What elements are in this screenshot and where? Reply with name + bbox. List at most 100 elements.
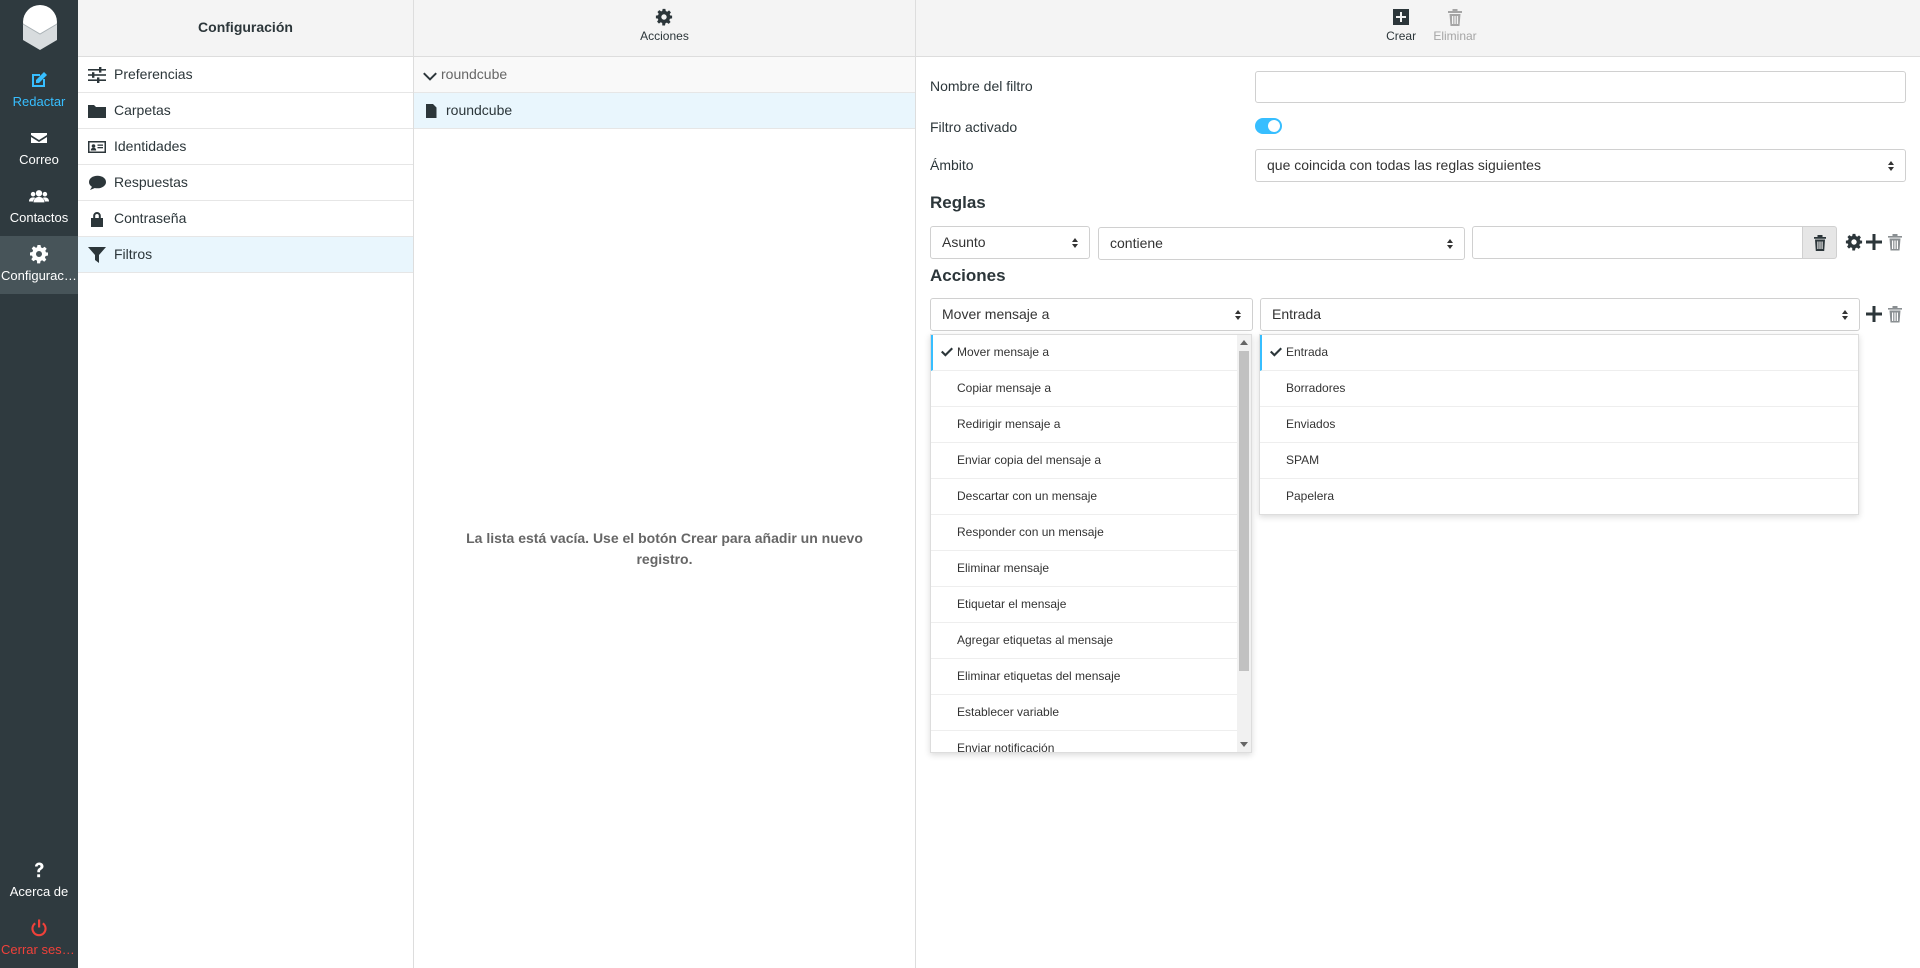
action-type-option-label: Responder con un mensaje	[957, 525, 1104, 539]
question-icon	[0, 860, 78, 884]
rule-add-plus-icon[interactable]	[1865, 233, 1883, 251]
nav-settings[interactable]: Configuraci...	[0, 236, 78, 294]
folder-option-label: Borradores	[1286, 381, 1346, 395]
scope-label: Ámbito	[930, 157, 974, 173]
nav-contacts[interactable]: Contactos	[0, 178, 78, 236]
action-type-option[interactable]: Agregar etiquetas al mensaje	[931, 623, 1251, 659]
settings-item-identities[interactable]: Identidades	[78, 129, 413, 165]
nav-about[interactable]: Acerca de	[0, 852, 78, 910]
nav-compose-label: Redactar	[12, 94, 66, 109]
action-type-option[interactable]: Mover mensaje a	[931, 335, 1251, 371]
action-type-option[interactable]: Descartar con un mensaje	[931, 479, 1251, 515]
settings-item-folders[interactable]: Carpetas	[78, 93, 413, 129]
folder-option[interactable]: Papelera	[1260, 479, 1858, 514]
filter-enabled-label: Filtro activado	[930, 119, 1018, 135]
select-arrow-icon	[1447, 239, 1454, 249]
action-type-select[interactable]: Mover mensaje a	[930, 298, 1253, 331]
filter-form-column: Crear Eliminar Nombre del filtro Filtro …	[916, 0, 1920, 968]
filterset-item[interactable]: roundcube	[414, 93, 915, 129]
compose-icon	[0, 70, 78, 94]
action-type-option[interactable]: Establecer variable	[931, 695, 1251, 731]
rule-delete-trash-icon[interactable]	[1886, 233, 1904, 251]
rule-value-clear-button[interactable]	[1802, 226, 1837, 259]
rule-header-value: Asunto	[942, 234, 986, 250]
scope-select[interactable]: que coincida con todas las reglas siguie…	[1255, 149, 1906, 182]
roundcube-logo[interactable]	[14, 2, 66, 52]
gear-icon	[0, 244, 78, 268]
nav-logout[interactable]: Cerrar sesión	[0, 910, 78, 968]
filterset-group[interactable]: roundcube	[414, 57, 915, 93]
chevron-down-icon	[423, 69, 437, 83]
folder-icon	[88, 103, 106, 119]
filter-enabled-toggle[interactable]	[1255, 118, 1282, 134]
sliders-icon	[88, 67, 106, 83]
plus-square-icon	[1393, 9, 1410, 25]
action-type-option[interactable]: Redirigir mensaje a	[931, 407, 1251, 443]
trash-icon	[1813, 235, 1826, 251]
nav-contacts-label: Contactos	[9, 210, 69, 225]
action-type-option[interactable]: Responder con un mensaje	[931, 515, 1251, 551]
action-type-dropdown: Mover mensaje a Copiar mensaje a Redirigir…	[930, 334, 1252, 753]
create-button[interactable]: Crear	[1376, 0, 1426, 43]
action-type-option-label: Eliminar etiquetas del mensaje	[957, 669, 1121, 683]
action-type-option[interactable]: Etiquetar el mensaje	[931, 587, 1251, 623]
action-target-select[interactable]: Entrada	[1260, 298, 1860, 331]
scroll-up-arrow-icon[interactable]	[1240, 340, 1248, 345]
action-type-option[interactable]: Enviar notificación	[931, 731, 1251, 752]
envelope-icon	[0, 128, 78, 152]
settings-item-responses[interactable]: Respuestas	[78, 165, 413, 201]
scroll-down-arrow-icon[interactable]	[1240, 742, 1248, 747]
lock-icon	[88, 211, 106, 227]
filter-name-input[interactable]	[1255, 71, 1906, 103]
dropdown-scrollbar[interactable]	[1237, 335, 1251, 752]
rule-header-select[interactable]: Asunto	[930, 226, 1090, 259]
rules-heading: Reglas	[930, 193, 986, 212]
filtersets-column: Acciones roundcube roundcube La lista es…	[414, 0, 916, 968]
action-type-option[interactable]: Copiar mensaje a	[931, 371, 1251, 407]
empty-list-message: La lista está vacía. Use el botón Crear …	[466, 530, 863, 567]
folder-option-label: Enviados	[1286, 417, 1336, 431]
nav-compose[interactable]: Redactar	[0, 62, 78, 120]
rule-advanced-gear-icon[interactable]	[1845, 233, 1863, 251]
action-type-option-label: Redirigir mensaje a	[957, 417, 1061, 431]
rule-value-input[interactable]	[1472, 226, 1804, 259]
folder-option-label: Papelera	[1286, 489, 1335, 503]
form-toolbar: Crear Eliminar	[916, 0, 1920, 57]
action-type-option[interactable]: Eliminar etiquetas del mensaje	[931, 659, 1251, 695]
nav-mail[interactable]: Correo	[0, 120, 78, 178]
folder-option-label: Entrada	[1286, 345, 1329, 359]
action-add-plus-icon[interactable]	[1865, 305, 1883, 323]
action-type-option-label: Establecer variable	[957, 705, 1060, 719]
actions-menu-button[interactable]: Acciones	[640, 0, 689, 43]
nav-mail-label: Correo	[19, 152, 59, 167]
action-delete-trash-icon[interactable]	[1886, 305, 1904, 323]
main-navigation: Redactar Correo Contactos Configuraci...…	[0, 0, 78, 968]
filterset-item-label: roundcube	[446, 102, 513, 118]
folder-option[interactable]: Entrada	[1260, 335, 1858, 371]
delete-button[interactable]: Eliminar	[1430, 0, 1480, 43]
gear-icon	[656, 8, 673, 26]
power-icon	[0, 918, 78, 942]
delete-label: Eliminar	[1433, 29, 1477, 43]
users-icon	[0, 186, 78, 210]
settings-item-filters[interactable]: Filtros	[78, 237, 413, 273]
settings-header: Configuración	[78, 0, 413, 57]
folder-option[interactable]: SPAM	[1260, 443, 1858, 479]
actions-heading: Acciones	[930, 266, 1006, 285]
select-arrow-icon	[1235, 310, 1242, 320]
folder-option[interactable]: Borradores	[1260, 371, 1858, 407]
settings-item-label: Carpetas	[114, 102, 171, 118]
settings-item-preferences[interactable]: Preferencias	[78, 57, 413, 93]
trash-icon	[1448, 9, 1462, 26]
action-target-value: Entrada	[1272, 306, 1322, 322]
folder-dropdown: Entrada Borradores Enviados SPAM Papelera	[1259, 334, 1859, 515]
settings-item-label: Preferencias	[114, 66, 193, 82]
file-icon	[424, 104, 438, 118]
rule-operator-select[interactable]: contiene	[1098, 227, 1465, 260]
settings-item-password[interactable]: Contraseña	[78, 201, 413, 237]
action-type-option[interactable]: Enviar copia del mensaje a	[931, 443, 1251, 479]
action-type-option[interactable]: Eliminar mensaje	[931, 551, 1251, 587]
folder-option[interactable]: Enviados	[1260, 407, 1858, 443]
filter-icon	[88, 247, 106, 263]
scroll-thumb[interactable]	[1239, 351, 1249, 671]
